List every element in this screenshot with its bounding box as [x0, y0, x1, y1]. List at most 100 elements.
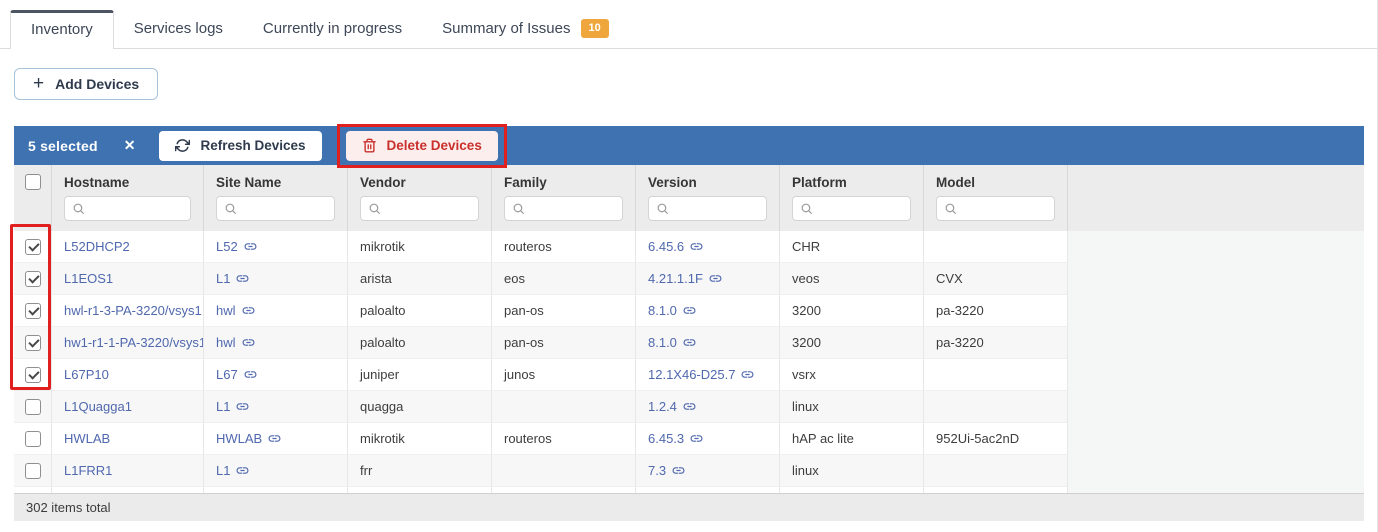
- column-header-hostname: Hostname: [52, 165, 204, 193]
- family-cell: pan-os: [492, 295, 636, 327]
- add-devices-button[interactable]: + Add Devices: [14, 68, 158, 100]
- hostname-link[interactable]: L1FRR1: [64, 463, 112, 478]
- table-body: L52DHCP2 L52 mikrotik routeros 6.45.6: [14, 231, 1364, 487]
- table-row: hwl-r1-3-PA-3220/vsys1 hwl paloalto pan-…: [14, 295, 1364, 327]
- filler-cell: [1068, 231, 1364, 263]
- platform-cell: 3200: [780, 327, 924, 359]
- row-checkbox[interactable]: [25, 431, 41, 447]
- tab-services-logs[interactable]: Services logs: [114, 10, 243, 48]
- model-cell: [924, 231, 1068, 263]
- hostname-link[interactable]: L1EOS1: [64, 271, 113, 286]
- model-cell: pa-3220: [924, 295, 1068, 327]
- filler-cell: [1068, 455, 1364, 487]
- link-icon: [672, 464, 685, 477]
- refresh-devices-button[interactable]: Refresh Devices: [159, 131, 321, 161]
- tab-currently-in-progress[interactable]: Currently in progress: [243, 10, 422, 48]
- version-link[interactable]: 6.45.6: [648, 239, 703, 254]
- hostname-link[interactable]: L67P10: [64, 367, 109, 382]
- delete-devices-button[interactable]: Delete Devices: [346, 131, 498, 161]
- select-all-cell: [14, 165, 52, 193]
- trash-icon: [362, 138, 377, 153]
- tab-label: Summary of Issues: [442, 20, 570, 37]
- family-cell: routeros: [492, 231, 636, 263]
- search-icon: [72, 202, 85, 215]
- row-checkbox[interactable]: [25, 399, 41, 415]
- row-checkbox[interactable]: [25, 239, 41, 255]
- table-row: HWLAB HWLAB mikrotik routeros 6.45.3: [14, 423, 1364, 455]
- table-header: HostnameSite NameVendorFamilyVersionPlat…: [14, 165, 1364, 231]
- link-icon: [268, 432, 281, 445]
- model-cell: pa-3220: [924, 327, 1068, 359]
- tab-inventory[interactable]: Inventory: [10, 10, 114, 49]
- tab-bar: Inventory Services logs Currently in pro…: [0, 0, 1378, 49]
- filler-cell: [1068, 327, 1364, 359]
- vendor-cell: arista: [348, 263, 492, 295]
- table-row: L67P10 L67 juniper junos 12.1X46-D25.7: [14, 359, 1364, 391]
- row-checkbox[interactable]: [25, 303, 41, 319]
- table-row: L1FRR1 L1 frr 7.3: [14, 455, 1364, 487]
- column-header-model: Model: [924, 165, 1068, 193]
- search-icon: [512, 202, 525, 215]
- link-icon: [690, 432, 703, 445]
- version-link[interactable]: 6.45.3: [648, 431, 703, 446]
- hostname-link[interactable]: hwl-r1-3-PA-3220/vsys1: [64, 303, 202, 318]
- platform-cell: veos: [780, 263, 924, 295]
- site-link[interactable]: L1: [216, 399, 249, 414]
- filler-cell: [1068, 423, 1364, 455]
- hostname-link[interactable]: hw1-r1-1-PA-3220/vsys1: [64, 335, 204, 350]
- family-cell: routeros: [492, 423, 636, 455]
- issues-count-badge: 10: [581, 19, 609, 38]
- select-all-checkbox[interactable]: [25, 174, 41, 190]
- table-row: L1Quagga1 L1 quagga 1.2.4: [14, 391, 1364, 423]
- table-row: hw1-r1-1-PA-3220/vsys1 hwl paloalto pan-…: [14, 327, 1364, 359]
- row-checkbox[interactable]: [25, 271, 41, 287]
- search-icon: [800, 202, 813, 215]
- hostname-link[interactable]: L1Quagga1: [64, 399, 132, 414]
- version-link[interactable]: 4.21.1.1F: [648, 271, 722, 286]
- tab-summary-of-issues[interactable]: Summary of Issues 10: [422, 10, 629, 48]
- platform-cell: CHR: [780, 231, 924, 263]
- version-link[interactable]: 7.3: [648, 463, 685, 478]
- model-cell: CVX: [924, 263, 1068, 295]
- version-link[interactable]: 8.1.0: [648, 303, 696, 318]
- selection-count: 5 selected: [28, 138, 98, 154]
- model-cell: [924, 455, 1068, 487]
- clear-selection-icon[interactable]: ✕: [124, 137, 136, 154]
- vendor-cell: mikrotik: [348, 231, 492, 263]
- site-link[interactable]: L1: [216, 463, 249, 478]
- row-checkbox[interactable]: [25, 463, 41, 479]
- vendor-cell: paloalto: [348, 295, 492, 327]
- link-icon: [709, 272, 722, 285]
- platform-cell: hAP ac lite: [780, 423, 924, 455]
- table-row: L52DHCP2 L52 mikrotik routeros 6.45.6: [14, 231, 1364, 263]
- platform-cell: linux: [780, 455, 924, 487]
- search-icon: [224, 202, 237, 215]
- family-cell: [492, 455, 636, 487]
- link-icon: [242, 304, 255, 317]
- model-cell: 952Ui-5ac2nD: [924, 423, 1068, 455]
- site-link[interactable]: L52: [216, 239, 257, 254]
- tab-label: Inventory: [31, 21, 93, 38]
- site-link[interactable]: hwl: [216, 303, 255, 318]
- column-header-vendor: Vendor: [348, 165, 492, 193]
- version-link[interactable]: 8.1.0: [648, 335, 696, 350]
- filler-cell: [1068, 295, 1364, 327]
- tab-label: Currently in progress: [263, 20, 402, 37]
- site-link[interactable]: L67: [216, 367, 257, 382]
- link-icon: [690, 240, 703, 253]
- link-icon: [683, 304, 696, 317]
- link-icon: [236, 464, 249, 477]
- version-link[interactable]: 1.2.4: [648, 399, 696, 414]
- hostname-link[interactable]: L52DHCP2: [64, 239, 130, 254]
- site-link[interactable]: HWLAB: [216, 431, 281, 446]
- tab-label: Services logs: [134, 20, 223, 37]
- site-link[interactable]: L1: [216, 271, 249, 286]
- link-icon: [236, 400, 249, 413]
- row-checkbox[interactable]: [25, 335, 41, 351]
- version-link[interactable]: 12.1X46-D25.7: [648, 367, 754, 382]
- vendor-cell: frr: [348, 455, 492, 487]
- hostname-link[interactable]: HWLAB: [64, 431, 110, 446]
- site-link[interactable]: hwl: [216, 335, 255, 350]
- row-checkbox[interactable]: [25, 367, 41, 383]
- vendor-cell: paloalto: [348, 327, 492, 359]
